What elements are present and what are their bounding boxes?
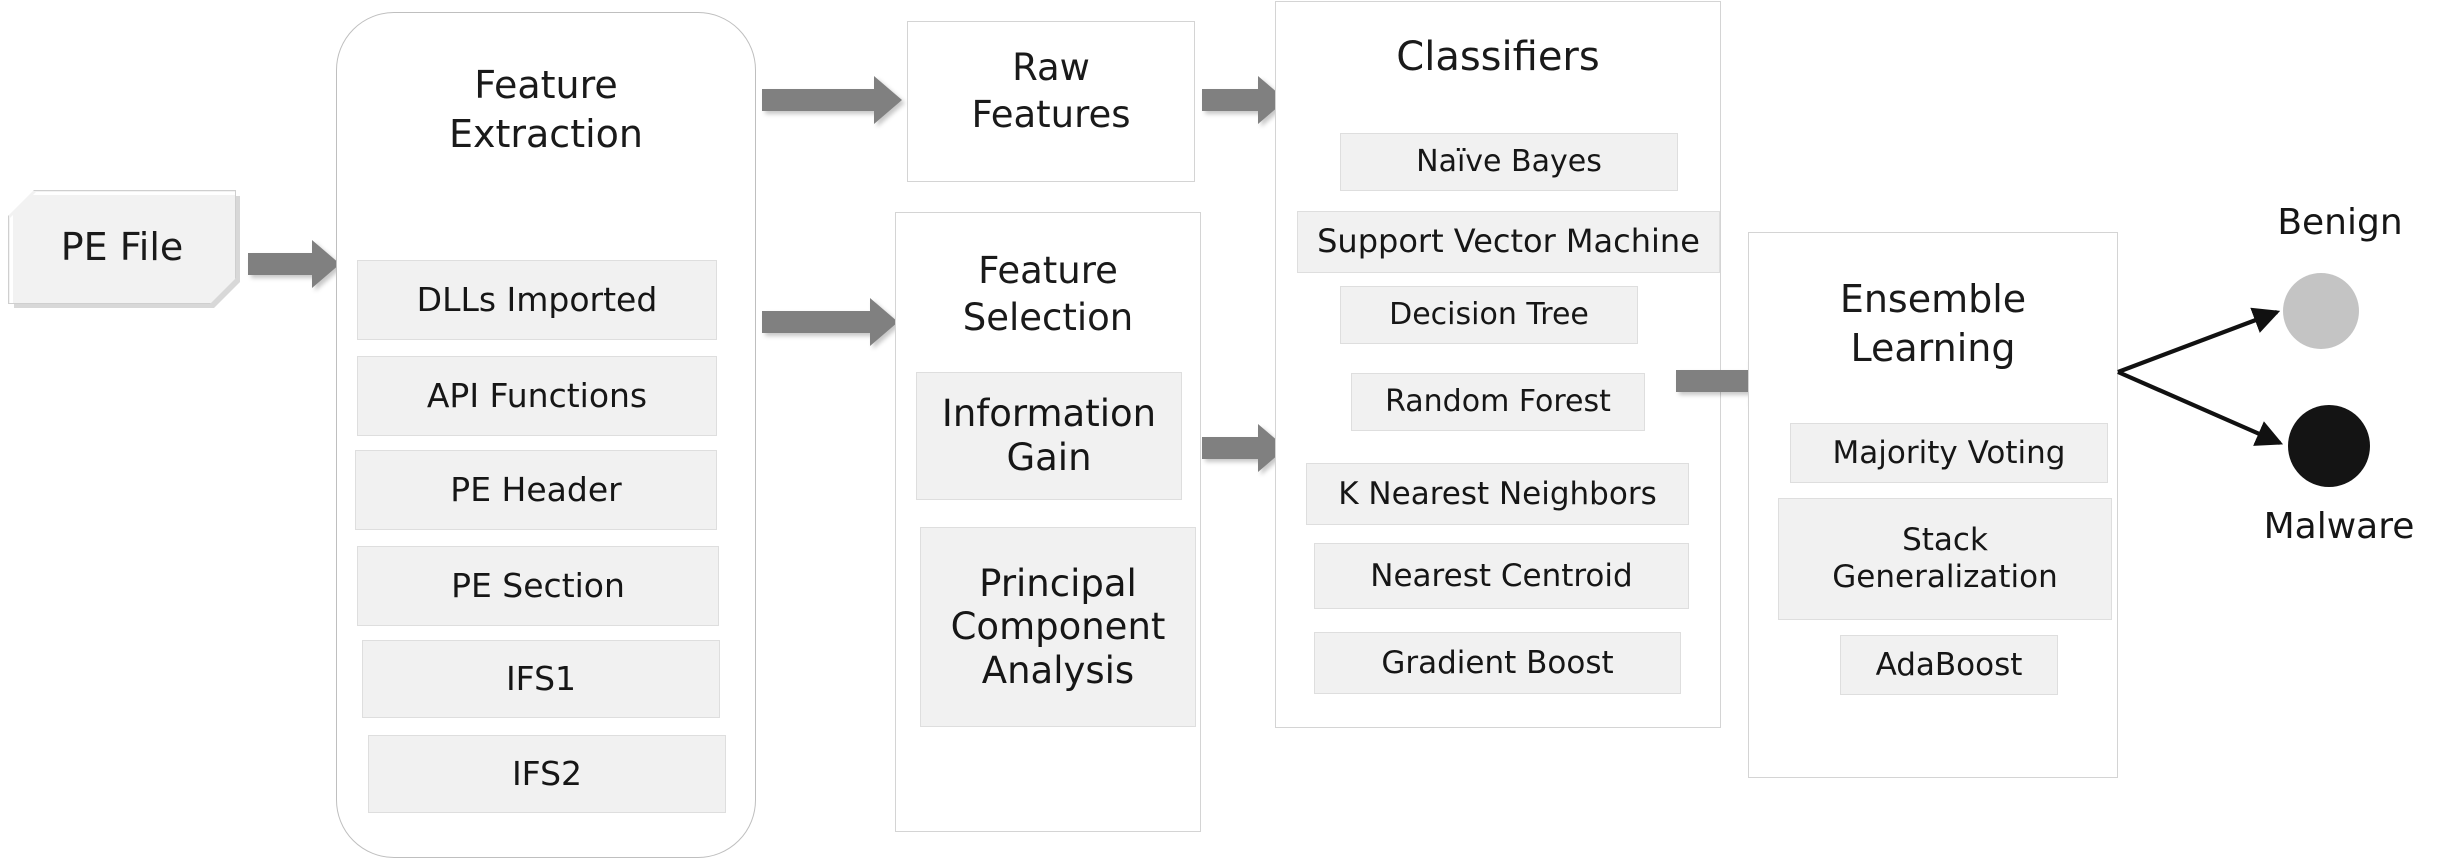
arrow-ensemble-to-malware [2117,370,2284,446]
diagram-canvas: PE File Feature Extraction DLLs Imported… [0,0,2442,867]
benign-label: Benign [2277,202,2403,243]
benign-circle [2283,273,2359,349]
arrow-ensemble-to-benign [2117,307,2281,374]
output-branch-arrows [2117,307,2284,446]
malware-label: Malware [2263,506,2415,547]
malware-circle [2288,405,2370,487]
